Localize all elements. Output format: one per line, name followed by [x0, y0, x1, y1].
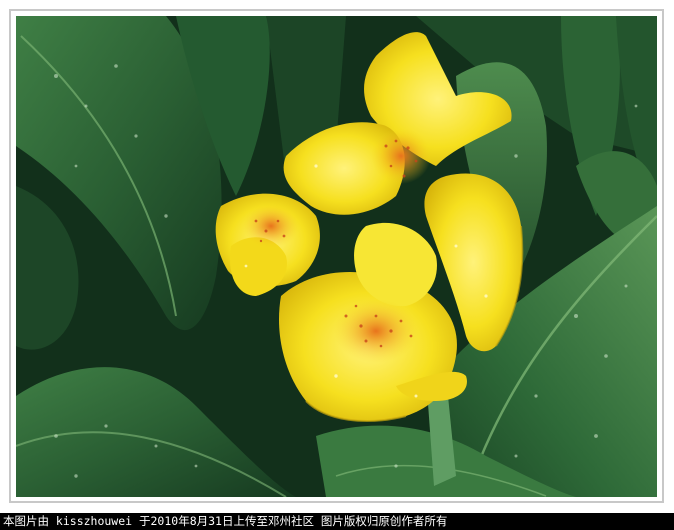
flower-photo-drawing	[16, 16, 657, 497]
photo-frame	[0, 0, 674, 513]
flower-photo	[16, 16, 657, 497]
caption-text: 本图片由 kisszhouwei 于2010年8月31日上传至邓州社区 图片版权…	[3, 514, 448, 528]
caption-bar: 本图片由 kisszhouwei 于2010年8月31日上传至邓州社区 图片版权…	[0, 513, 674, 530]
